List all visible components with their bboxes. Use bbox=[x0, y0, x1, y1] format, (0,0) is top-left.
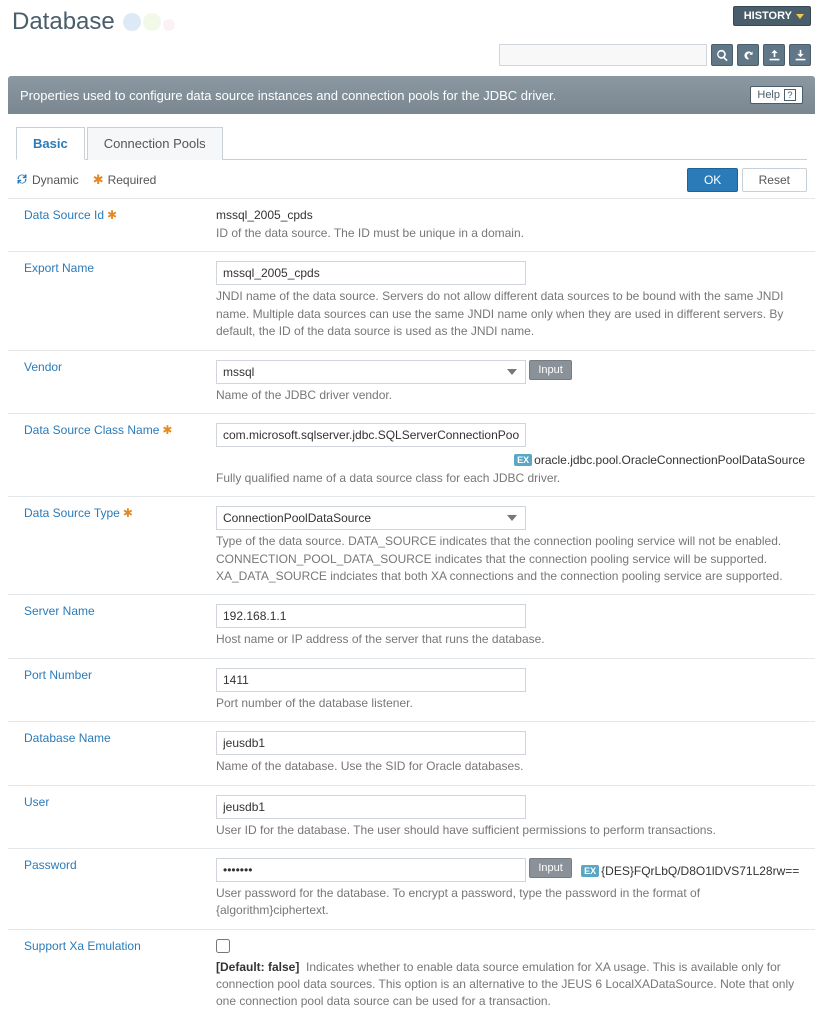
example-badge: EX bbox=[514, 454, 532, 466]
tab-basic[interactable]: Basic bbox=[16, 127, 85, 160]
search-icon[interactable] bbox=[711, 44, 733, 66]
input-ds-class[interactable] bbox=[216, 423, 526, 447]
example-password: {DES}FQrLbQ/D8O1lDVS71L28rw== bbox=[601, 864, 799, 878]
help-button[interactable]: Help? bbox=[750, 86, 803, 104]
description-text: Properties used to configure data source… bbox=[20, 88, 556, 103]
password-input-button[interactable]: Input bbox=[529, 858, 571, 878]
legend-required: ✱ Required bbox=[93, 172, 157, 188]
label-ds-class: Data Source Class Name bbox=[24, 423, 159, 437]
title-decoration bbox=[123, 13, 175, 31]
hint-export-name: JNDI name of the data source. Servers do… bbox=[216, 288, 805, 340]
history-button[interactable]: HISTORY bbox=[733, 6, 811, 26]
input-export-name[interactable] bbox=[216, 261, 526, 285]
tab-connection-pools[interactable]: Connection Pools bbox=[87, 127, 223, 160]
hint-ds-class: Fully qualified name of a data source cl… bbox=[216, 470, 805, 487]
select-vendor[interactable]: mssql bbox=[216, 360, 526, 384]
example-badge: EX bbox=[581, 865, 599, 877]
search-input[interactable] bbox=[499, 44, 707, 66]
label-data-source-id: Data Source Id bbox=[24, 208, 104, 222]
select-ds-type[interactable]: ConnectionPoolDataSource bbox=[216, 506, 526, 530]
input-database-name[interactable] bbox=[216, 731, 526, 755]
export-xml-icon[interactable] bbox=[763, 44, 785, 66]
label-export-name: Export Name bbox=[24, 261, 94, 275]
dynamic-icon bbox=[16, 173, 28, 188]
required-icon: ✱ bbox=[123, 506, 133, 520]
hint-ds-type: Type of the data source. DATA_SOURCE ind… bbox=[216, 533, 805, 585]
input-port-number[interactable] bbox=[216, 668, 526, 692]
input-server-name[interactable] bbox=[216, 604, 526, 628]
vendor-input-button[interactable]: Input bbox=[529, 360, 571, 380]
import-xml-icon[interactable] bbox=[789, 44, 811, 66]
value-data-source-id: mssql_2005_cpds bbox=[216, 208, 805, 222]
tabstrip: Basic Connection Pools bbox=[16, 126, 807, 160]
page-title: Database bbox=[12, 8, 115, 36]
refresh-icon[interactable] bbox=[737, 44, 759, 66]
ok-button[interactable]: OK bbox=[687, 168, 738, 192]
input-user[interactable] bbox=[216, 795, 526, 819]
label-database-name: Database Name bbox=[24, 731, 111, 745]
label-vendor: Vendor bbox=[24, 360, 62, 374]
label-support-xa: Support Xa Emulation bbox=[24, 939, 141, 953]
legend-dynamic: Dynamic bbox=[16, 173, 79, 188]
hint-vendor: Name of the JDBC driver vendor. bbox=[216, 387, 805, 404]
hint-database-name: Name of the database. Use the SID for Or… bbox=[216, 758, 805, 775]
example-ds-class: oracle.jdbc.pool.OracleConnectionPoolDat… bbox=[534, 453, 805, 467]
label-ds-type: Data Source Type bbox=[24, 506, 120, 520]
label-user: User bbox=[24, 795, 49, 809]
checkbox-support-xa[interactable] bbox=[216, 939, 230, 953]
hint-server-name: Host name or IP address of the server th… bbox=[216, 631, 805, 648]
label-server-name: Server Name bbox=[24, 604, 95, 618]
reset-button[interactable]: Reset bbox=[742, 168, 807, 192]
input-password[interactable] bbox=[216, 858, 526, 882]
required-icon: ✱ bbox=[107, 208, 117, 222]
label-port-number: Port Number bbox=[24, 668, 92, 682]
hint-support-xa: [Default: false] Indicates whether to en… bbox=[216, 960, 794, 1009]
required-icon: ✱ bbox=[93, 172, 104, 188]
hint-port-number: Port number of the database listener. bbox=[216, 695, 805, 712]
hint-password: User password for the database. To encry… bbox=[216, 885, 805, 920]
hint-data-source-id: ID of the data source. The ID must be un… bbox=[216, 226, 524, 240]
hint-user: User ID for the database. The user shoul… bbox=[216, 822, 805, 839]
label-password: Password bbox=[24, 858, 77, 872]
required-icon: ✱ bbox=[162, 423, 172, 437]
